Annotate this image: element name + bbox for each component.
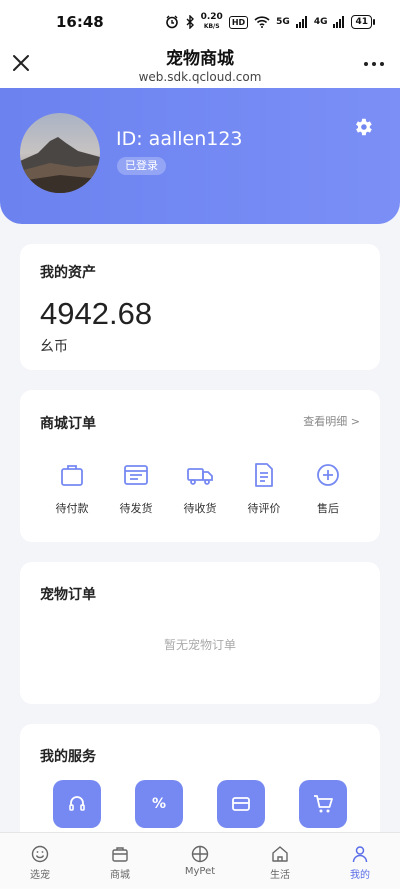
order-item-label: 待付款 [55, 502, 89, 515]
avatar[interactable] [20, 113, 100, 193]
avatar-image [20, 113, 100, 193]
service-cart[interactable] [299, 780, 347, 828]
compass-icon [191, 845, 209, 863]
gear-icon [356, 118, 372, 136]
order-pending-shipment[interactable]: 待发货 [106, 462, 166, 516]
home-icon [272, 846, 288, 862]
service-card[interactable] [217, 780, 265, 828]
nav-item-mine[interactable]: 我的 [320, 833, 400, 889]
service-discount[interactable]: % [135, 780, 183, 828]
wifi-icon [254, 16, 270, 28]
assets-card[interactable]: 我的资产 4942.68 幺币 [20, 244, 380, 370]
nav-label: MyPet [184, 866, 216, 877]
nav-label: 商城 [110, 870, 130, 881]
view-detail-link[interactable]: 查看明细 > [303, 413, 360, 429]
signal-icon-2 [333, 16, 345, 28]
order-item-label: 待发货 [119, 502, 153, 515]
assets-value: 4942.68 [40, 296, 153, 331]
login-status-badge: 已登录 [117, 157, 166, 175]
order-item-label: 待收货 [183, 502, 217, 515]
order-item-label: 售后 [317, 502, 339, 515]
battery-indicator: 41 [351, 15, 375, 29]
hd-badge: HD [228, 15, 249, 29]
percent-icon: % [151, 796, 167, 812]
review-icon [255, 463, 273, 487]
status-icons: 0.20 KB/S HD 5G 4G 41 [165, 13, 375, 31]
pet-orders-empty: 暂无宠物订单 [163, 638, 236, 652]
nav-label: 生活 [270, 870, 290, 881]
bag-icon [112, 847, 128, 862]
status-time: 16:48 [56, 13, 104, 31]
page-title: 宠物商城 [166, 49, 234, 69]
service-customer-support[interactable] [53, 780, 101, 828]
close-icon [13, 55, 29, 71]
card-icon [232, 797, 250, 811]
page-url: web.sdk.qcloud.com [138, 70, 262, 84]
user-id: ID: aallen123 [116, 128, 243, 150]
shop-orders-card: 商城订单 查看明细 > 待付款 待发货 待收货 待评价 售后 [20, 390, 380, 542]
profile-header: ID: aallen123 已登录 [0, 88, 400, 224]
bag-icon [61, 465, 83, 486]
nav-label: 选宠 [30, 870, 50, 881]
smile-icon [31, 845, 49, 863]
network-speed: 0.20 KB/S [201, 13, 223, 31]
nav-label: 我的 [350, 870, 370, 881]
person-icon [352, 846, 368, 863]
more-button[interactable] [362, 56, 386, 72]
plus-circle-icon [317, 464, 339, 486]
services-title: 我的服务 [40, 749, 96, 765]
package-icon [124, 465, 148, 485]
pet-orders-card: 宠物订单 暂无宠物订单 [20, 562, 380, 704]
network-4g: 4G [313, 16, 328, 27]
settings-button[interactable] [352, 116, 374, 138]
more-icon [364, 62, 384, 66]
assets-title: 我的资产 [40, 265, 96, 281]
bluetooth-icon [185, 15, 195, 29]
close-button[interactable] [10, 52, 32, 74]
order-pending-receipt[interactable]: 待收货 [170, 462, 230, 516]
order-pending-payment[interactable]: 待付款 [42, 462, 102, 516]
order-after-sales[interactable]: 售后 [298, 462, 358, 516]
network-5g: 5G [276, 16, 290, 27]
title-bar: 宠物商城 web.sdk.qcloud.com [0, 44, 400, 88]
shop-orders-title: 商城订单 [40, 416, 96, 432]
order-item-label: 待评价 [247, 502, 281, 515]
nav-item-select-pet[interactable]: 选宠 [0, 833, 80, 889]
net1-label: 5G [276, 16, 290, 27]
pet-orders-title: 宠物订单 [40, 587, 96, 603]
title-center: 宠物商城 web.sdk.qcloud.com [80, 48, 320, 85]
assets-unit: 幺币 [40, 339, 68, 355]
headset-icon [69, 796, 85, 811]
nav-item-mypet[interactable]: MyPet [160, 833, 240, 889]
signal-icon [295, 16, 308, 28]
net2-label: 4G [313, 16, 328, 27]
bottom-nav: 选宠 商城 MyPet 生活 我的 [0, 832, 400, 889]
cart-icon [314, 795, 333, 813]
speed-value: 0.20 [200, 12, 223, 22]
nav-item-shop[interactable]: 商城 [80, 833, 160, 889]
alarm-icon [165, 15, 179, 29]
truck-icon [187, 468, 213, 485]
speed-unit: KB/S [203, 23, 220, 30]
status-bar: 16:48 0.20 KB/S HD 5G 4G 41 [0, 0, 400, 44]
order-pending-review[interactable]: 待评价 [234, 462, 294, 516]
nav-item-life[interactable]: 生活 [240, 833, 320, 889]
